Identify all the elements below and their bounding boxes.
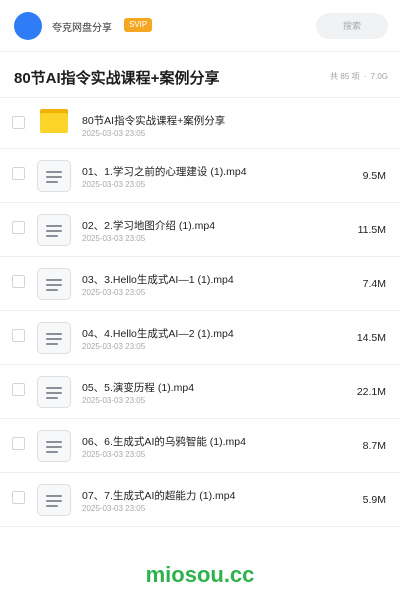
item-name[interactable]: 03、3.Hello生成式AI—1 (1).mp4 [82, 272, 234, 287]
video-file-icon [37, 160, 71, 192]
summary-separator: · [363, 72, 367, 81]
select-checkbox[interactable] [12, 383, 25, 396]
video-file-icon [37, 268, 71, 300]
owner-name[interactable]: 夸克网盘分享 [52, 19, 112, 34]
item-name[interactable]: 06、6.生成式AI的乌鸦智能 (1).mp4 [82, 434, 246, 449]
item-date: 2025-03-03 23:05 [82, 342, 146, 351]
item-date: 2025-03-03 23:05 [82, 234, 146, 243]
item-date: 2025-03-03 23:05 [82, 450, 146, 459]
page-title: 80节AI指令实战课程+案例分享 [14, 70, 220, 87]
item-name[interactable]: 80节AI指令实战课程+案例分享 [82, 113, 225, 128]
select-checkbox[interactable] [12, 167, 25, 180]
video-file-icon [37, 376, 71, 408]
select-checkbox[interactable] [12, 491, 25, 504]
item-name[interactable]: 05、5.演变历程 (1).mp4 [82, 380, 194, 395]
item-size: 7.4M [362, 278, 386, 290]
item-date: 2025-03-03 23:05 [82, 180, 146, 189]
list-item[interactable]: 06、6.生成式AI的乌鸦智能 (1).mp4 2025-03-03 23:05… [0, 419, 400, 473]
svip-badge: SVIP [124, 18, 153, 32]
item-date: 2025-03-03 23:05 [82, 129, 146, 138]
video-file-icon [37, 214, 71, 246]
select-checkbox[interactable] [12, 116, 25, 129]
item-name[interactable]: 07、7.生成式AI的超能力 (1).mp4 [82, 488, 235, 503]
item-date: 2025-03-03 23:05 [82, 396, 146, 405]
share-summary: 共 85 项 · 7.0G [328, 71, 388, 82]
item-name[interactable]: 02、2.学习地图介绍 (1).mp4 [82, 218, 215, 233]
video-file-icon [37, 430, 71, 462]
item-size: 9.5M [362, 170, 386, 182]
item-size: 5.9M [362, 494, 386, 506]
video-file-icon [37, 484, 71, 516]
item-date: 2025-03-03 23:05 [82, 504, 146, 513]
item-count: 共 85 项 [330, 72, 360, 81]
file-list: 80节AI指令实战课程+案例分享 2025-03-03 23:05 01、1.学… [0, 98, 400, 527]
list-item[interactable]: 80节AI指令实战课程+案例分享 2025-03-03 23:05 [0, 98, 400, 149]
item-size: 8.7M [362, 440, 386, 452]
item-size: 11.5M [357, 224, 386, 236]
watermark: miosou.cc [145, 562, 255, 587]
select-checkbox[interactable] [12, 275, 25, 288]
folder-icon [40, 109, 68, 133]
top-bar: 夸克网盘分享 SVIP 搜索 [0, 0, 400, 52]
item-date: 2025-03-03 23:05 [82, 288, 146, 297]
video-file-icon [37, 322, 71, 354]
list-item[interactable]: 03、3.Hello生成式AI—1 (1).mp4 2025-03-03 23:… [0, 257, 400, 311]
select-checkbox[interactable] [12, 437, 25, 450]
item-size: 14.5M [356, 332, 386, 344]
select-checkbox[interactable] [12, 221, 25, 234]
item-name[interactable]: 01、1.学习之前的心理建设 (1).mp4 [82, 164, 247, 179]
list-item[interactable]: 07、7.生成式AI的超能力 (1).mp4 2025-03-03 23:05 … [0, 473, 400, 527]
list-item[interactable]: 05、5.演变历程 (1).mp4 2025-03-03 23:05 22.1M [0, 365, 400, 419]
item-name[interactable]: 04、4.Hello生成式AI—2 (1).mp4 [82, 326, 234, 341]
avatar[interactable] [14, 12, 42, 40]
select-checkbox[interactable] [12, 329, 25, 342]
list-item[interactable]: 01、1.学习之前的心理建设 (1).mp4 2025-03-03 23:05 … [0, 149, 400, 203]
total-size: 7.0G [370, 72, 388, 81]
list-item[interactable]: 02、2.学习地图介绍 (1).mp4 2025-03-03 23:05 11.… [0, 203, 400, 257]
item-size: 22.1M [356, 386, 386, 398]
search-input[interactable]: 搜索 [316, 13, 388, 39]
share-title-bar: 80节AI指令实战课程+案例分享 共 85 项 · 7.0G [0, 52, 400, 98]
list-item[interactable]: 04、4.Hello生成式AI—2 (1).mp4 2025-03-03 23:… [0, 311, 400, 365]
